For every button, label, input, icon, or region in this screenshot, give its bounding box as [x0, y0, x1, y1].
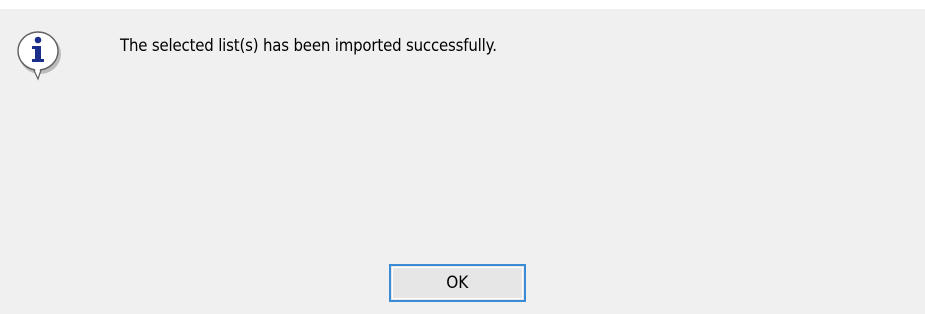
- message-dialog: The selected list(s) has been imported s…: [0, 9, 925, 314]
- info-icon: [16, 29, 64, 81]
- dialog-message: The selected list(s) has been imported s…: [120, 36, 497, 56]
- ok-button[interactable]: OK: [389, 264, 526, 302]
- ok-button-label: OK: [446, 273, 469, 293]
